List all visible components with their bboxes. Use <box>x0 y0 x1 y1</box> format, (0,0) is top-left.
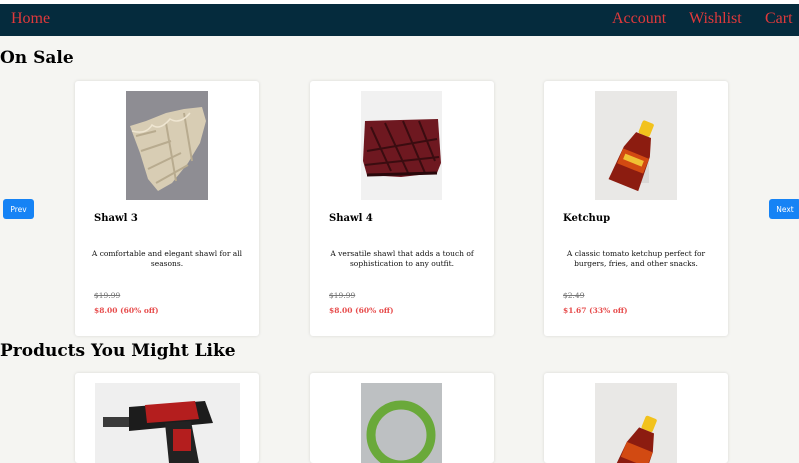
recommended-card[interactable] <box>544 373 728 463</box>
recommended-card[interactable] <box>310 373 494 463</box>
sale-card[interactable]: Shawl 4 A versatile shawl that adds a to… <box>310 81 494 336</box>
carousel-next-button[interactable]: Next <box>769 199 799 219</box>
product-name[interactable]: Shawl 3 <box>94 213 138 224</box>
nav-home-link[interactable]: Home <box>11 10 50 28</box>
original-price: $19.99 <box>94 291 121 300</box>
product-description: A versatile shawl that adds a touch of s… <box>330 249 474 268</box>
nav-account-link[interactable]: Account <box>612 10 666 28</box>
sale-card[interactable]: Shawl 3 A comfortable and elegant shawl … <box>75 81 259 336</box>
navbar: Home Account Wishlist Cart <box>0 4 799 36</box>
power-drill-image <box>95 383 240 463</box>
green-ring-toy-image <box>361 383 442 463</box>
recommendations-heading: Products You Might Like <box>0 341 236 361</box>
sale-price: $1.67 (33% off) <box>563 306 628 315</box>
original-price: $19.99 <box>329 291 356 300</box>
product-name[interactable]: Ketchup <box>563 213 610 224</box>
ketchup-bottle-image <box>595 383 677 463</box>
sale-price: $8.00 (60% off) <box>94 306 159 315</box>
ketchup-bottle-image <box>595 91 677 200</box>
carousel-prev-button[interactable]: Prev <box>3 199 34 219</box>
product-description: A comfortable and elegant shawl for all … <box>91 249 243 268</box>
product-description: A classic tomato ketchup perfect for bur… <box>566 249 706 268</box>
red-shawl-image <box>361 91 442 200</box>
nav-cart-link[interactable]: Cart <box>765 10 793 28</box>
sale-card[interactable]: Ketchup A classic tomato ketchup perfect… <box>544 81 728 336</box>
knit-shawl-image <box>126 91 208 200</box>
product-name[interactable]: Shawl 4 <box>329 213 373 224</box>
original-price: $2.49 <box>563 291 585 300</box>
nav-wishlist-link[interactable]: Wishlist <box>689 10 742 28</box>
on-sale-heading: On Sale <box>0 48 74 68</box>
sale-price: $8.00 (60% off) <box>329 306 394 315</box>
recommended-card[interactable] <box>75 373 259 463</box>
